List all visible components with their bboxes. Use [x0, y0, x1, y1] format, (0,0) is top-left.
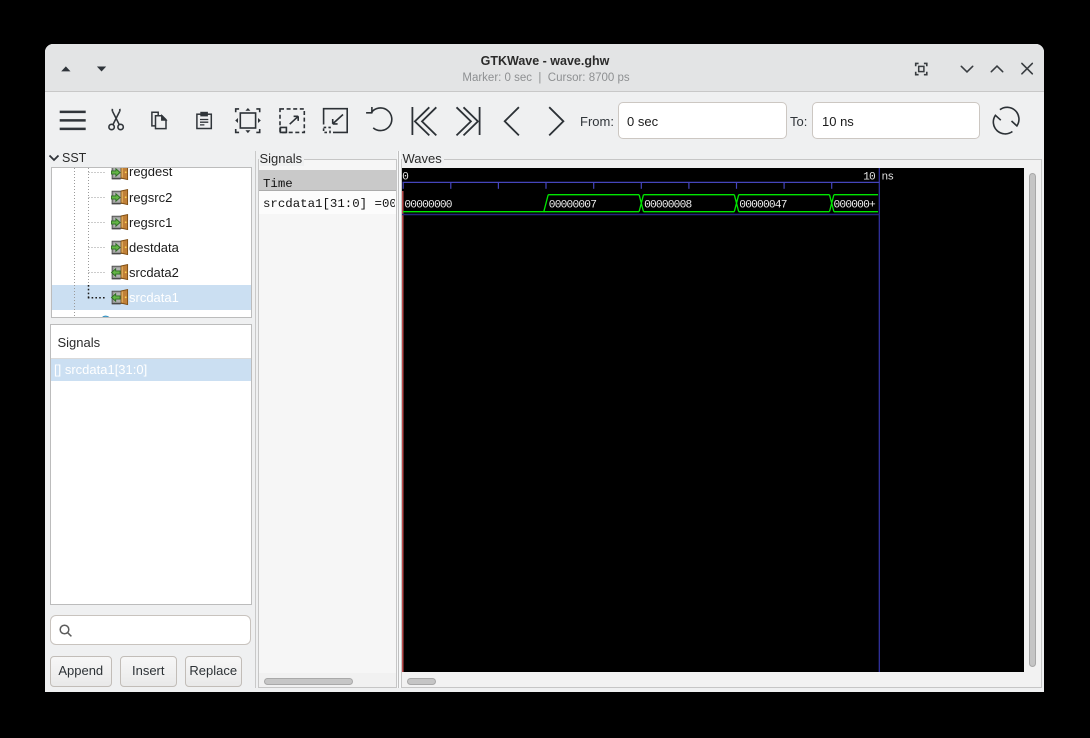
svg-text:000000+: 000000+ [833, 199, 875, 211]
svg-text:00000047: 00000047 [739, 199, 786, 211]
svg-text:ns: ns [881, 171, 893, 183]
svg-text:10: 10 [863, 171, 876, 183]
svg-text:00000007: 00000007 [548, 199, 595, 211]
svg-text:00000008: 00000008 [644, 199, 691, 211]
svg-text:00000000: 00000000 [404, 199, 452, 211]
